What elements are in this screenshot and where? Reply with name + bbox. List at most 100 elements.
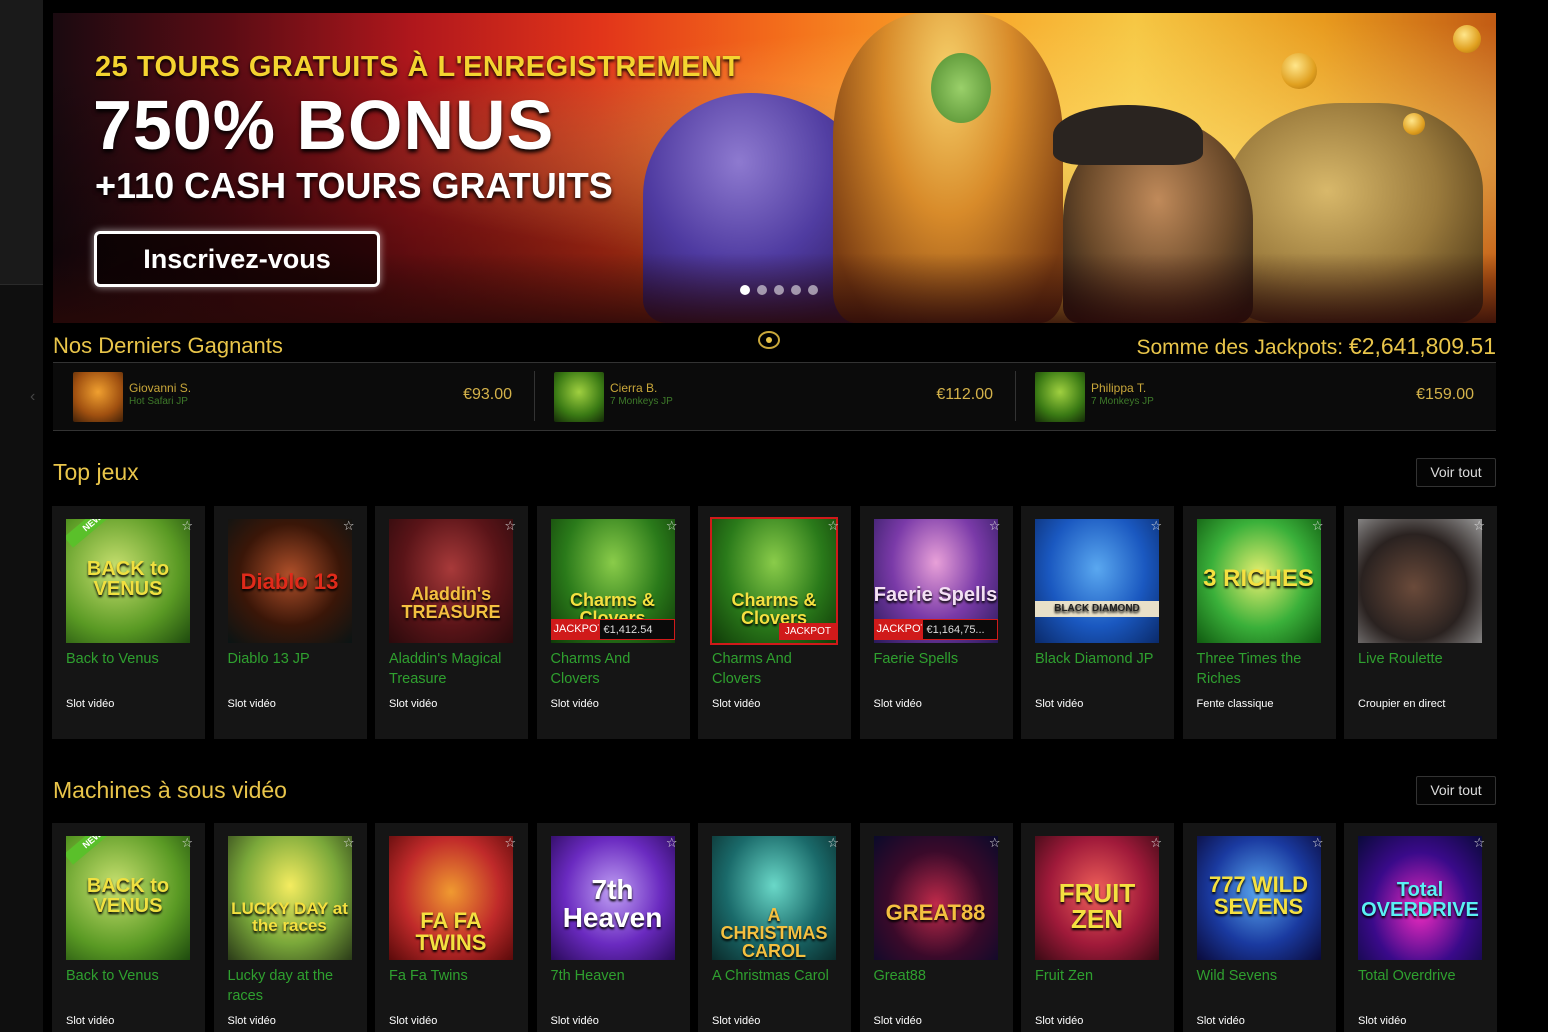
game-title[interactable]: Three Times the Riches <box>1197 649 1327 689</box>
game-thumbnail[interactable]: 7th Heaven <box>550 836 675 960</box>
game-title[interactable]: 7th Heaven <box>551 966 681 986</box>
favorite-star-icon[interactable]: ☆ <box>827 518 839 534</box>
game-card[interactable]: GREAT88 ☆ Great88 Slot vidéo <box>859 823 1013 1032</box>
favorite-star-icon[interactable]: ☆ <box>1312 835 1324 851</box>
game-title[interactable]: Charms And Clovers <box>712 649 842 689</box>
jackpot-label: JACKPOT <box>550 619 604 640</box>
game-card[interactable]: BACK to VENUS NEW ☆ Back to Venus Slot v… <box>52 823 205 1032</box>
favorite-star-icon[interactable]: ☆ <box>1473 835 1485 851</box>
favorite-star-icon[interactable]: ☆ <box>1312 518 1324 534</box>
game-thumbnail[interactable]: FA FA TWINS <box>389 836 513 960</box>
see-all-top-games-button[interactable]: Voir tout <box>1416 458 1496 487</box>
game-card[interactable]: 777 WILD SEVENS ☆ Wild Sevens Slot vidéo <box>1182 823 1336 1032</box>
game-logo-text: 3 RICHES <box>1203 565 1314 592</box>
game-card[interactable]: A CHRISTMAS CAROL ☆ A Christmas Carol Sl… <box>698 823 851 1032</box>
game-title[interactable]: Faerie Spells <box>874 649 1004 669</box>
game-logo-text: Aladdin's TREASURE <box>401 584 501 622</box>
carousel-dot[interactable] <box>740 285 750 295</box>
game-title[interactable]: Great88 <box>874 966 1004 986</box>
laurel-icon <box>758 331 780 349</box>
game-category: Slot vidéo <box>227 1015 276 1027</box>
game-title[interactable]: Aladdin's Magical Treasure <box>389 649 519 689</box>
game-thumbnail[interactable]: FRUIT ZEN <box>1035 836 1159 960</box>
winners-header: Nos Derniers Gagnants Somme des Jackpots… <box>53 331 1496 361</box>
game-logo-text: Faerie Spells <box>873 584 998 606</box>
game-card[interactable]: BACK to VENUS NEW ☆ Back to Venus Slot v… <box>52 506 205 739</box>
favorite-star-icon[interactable]: ☆ <box>666 518 678 534</box>
game-card[interactable]: Total OVERDRIVE ☆ Total Overdrive Slot v… <box>1344 823 1497 1032</box>
game-category: Croupier en direct <box>1358 698 1446 710</box>
game-title[interactable]: Fa Fa Twins <box>389 966 519 986</box>
winner-name: Giovanni S. <box>129 381 192 395</box>
chevron-left-icon[interactable]: ‹ <box>30 388 35 406</box>
game-thumbnail[interactable]: Aladdin's TREASURE <box>389 519 513 643</box>
game-card[interactable]: Charms & Clovers JACKPOT €1,412.54 ☆ Cha… <box>536 506 690 739</box>
game-title[interactable]: Wild Sevens <box>1197 966 1327 986</box>
game-title[interactable]: Charms And Clovers <box>551 649 681 689</box>
favorite-star-icon[interactable]: ☆ <box>181 518 193 534</box>
game-title[interactable]: Lucky day at the races <box>228 966 358 1006</box>
winner-item[interactable]: Cierra B. 7 Monkeys JP €112.00 <box>534 363 1015 430</box>
see-all-video-slots-button[interactable]: Voir tout <box>1416 776 1496 805</box>
carousel-dot[interactable] <box>757 285 767 295</box>
game-card[interactable]: Charms & Clovers JACKPOT ☆ Charms And Cl… <box>698 506 851 739</box>
favorite-star-icon[interactable]: ☆ <box>504 518 516 534</box>
winner-item[interactable]: Philippa T. 7 Monkeys JP €159.00 <box>1015 363 1496 430</box>
game-card[interactable]: Diablo 13 ☆ Diablo 13 JP Slot vidéo <box>213 506 367 739</box>
signup-button[interactable]: Inscrivez-vous <box>94 231 380 287</box>
carousel-dot[interactable] <box>808 285 818 295</box>
section-title-top-games: Top jeux <box>53 459 139 485</box>
jackpot-total: Somme des Jackpots: €2,641,809.51 <box>1136 333 1496 360</box>
game-thumbnail[interactable]: A CHRISTMAS CAROL <box>712 836 836 960</box>
promo-banner[interactable]: 25 TOURS GRATUITS À L'ENREGISTREMENT 750… <box>53 13 1496 323</box>
game-category: Slot vidéo <box>1196 1015 1245 1027</box>
game-thumbnail[interactable]: BACK to VENUS NEW <box>66 836 190 960</box>
favorite-star-icon[interactable]: ☆ <box>343 835 355 851</box>
favorite-star-icon[interactable]: ☆ <box>504 835 516 851</box>
favorite-star-icon[interactable]: ☆ <box>1150 835 1162 851</box>
game-thumbnail[interactable]: Total OVERDRIVE <box>1358 836 1482 960</box>
game-title[interactable]: Back to Venus <box>66 649 196 669</box>
game-card[interactable]: Aladdin's TREASURE ☆ Aladdin's Magical T… <box>375 506 528 739</box>
game-thumbnail[interactable]: LUCKY DAY at the races <box>227 836 352 960</box>
game-title[interactable]: Fruit Zen <box>1035 966 1165 986</box>
game-title[interactable]: Back to Venus <box>66 966 196 986</box>
jackpot-value: €1,164,75... <box>921 619 998 640</box>
winner-item[interactable]: Giovanni S. Hot Safari JP €93.00 <box>53 363 534 430</box>
game-card[interactable]: Faerie Spells JACKPOT €1,164,75... ☆ Fae… <box>859 506 1013 739</box>
favorite-star-icon[interactable]: ☆ <box>343 518 355 534</box>
game-card[interactable]: ☆ Live Roulette Croupier en direct <box>1344 506 1497 739</box>
game-thumbnail[interactable]: Diablo 13 <box>227 519 352 643</box>
game-card[interactable]: 7th Heaven ☆ 7th Heaven Slot vidéo <box>536 823 690 1032</box>
game-title[interactable]: A Christmas Carol <box>712 966 842 986</box>
game-thumbnail[interactable]: BLACK DIAMOND <box>1035 519 1159 643</box>
game-card[interactable]: 3 RICHES ☆ Three Times the Riches Fente … <box>1182 506 1336 739</box>
favorite-star-icon[interactable]: ☆ <box>181 835 193 851</box>
favorite-star-icon[interactable]: ☆ <box>1473 518 1485 534</box>
game-category: Slot vidéo <box>66 1015 115 1027</box>
game-title[interactable]: Live Roulette <box>1358 649 1488 669</box>
favorite-star-icon[interactable]: ☆ <box>989 518 1001 534</box>
game-title[interactable]: Diablo 13 JP <box>228 649 358 669</box>
game-logo-text: LUCKY DAY at the races <box>231 899 348 935</box>
game-title[interactable]: Total Overdrive <box>1358 966 1488 986</box>
game-card[interactable]: LUCKY DAY at the races ☆ Lucky day at th… <box>213 823 367 1032</box>
favorite-star-icon[interactable]: ☆ <box>989 835 1001 851</box>
favorite-star-icon[interactable]: ☆ <box>827 835 839 851</box>
game-card[interactable]: FRUIT ZEN ☆ Fruit Zen Slot vidéo <box>1021 823 1174 1032</box>
game-category: Slot vidéo <box>550 698 599 710</box>
carousel-dot[interactable] <box>791 285 801 295</box>
game-thumbnail[interactable]: 777 WILD SEVENS <box>1196 836 1321 960</box>
favorite-star-icon[interactable]: ☆ <box>666 835 678 851</box>
game-category: Slot vidéo <box>389 698 438 710</box>
jackpot-counter: JACKPOT €1,412.54 <box>550 619 675 640</box>
favorite-star-icon[interactable]: ☆ <box>1150 518 1162 534</box>
carousel-dot[interactable] <box>774 285 784 295</box>
game-card[interactable]: BLACK DIAMOND ☆ Black Diamond JP Slot vi… <box>1021 506 1174 739</box>
game-title[interactable]: Black Diamond JP <box>1035 649 1165 669</box>
game-thumbnail[interactable]: 3 RICHES <box>1196 519 1321 643</box>
game-thumbnail[interactable] <box>1358 519 1482 643</box>
game-card[interactable]: FA FA TWINS ☆ Fa Fa Twins Slot vidéo <box>375 823 528 1032</box>
game-thumbnail[interactable]: BACK to VENUS NEW <box>66 519 190 643</box>
game-thumbnail[interactable]: GREAT88 <box>873 836 998 960</box>
